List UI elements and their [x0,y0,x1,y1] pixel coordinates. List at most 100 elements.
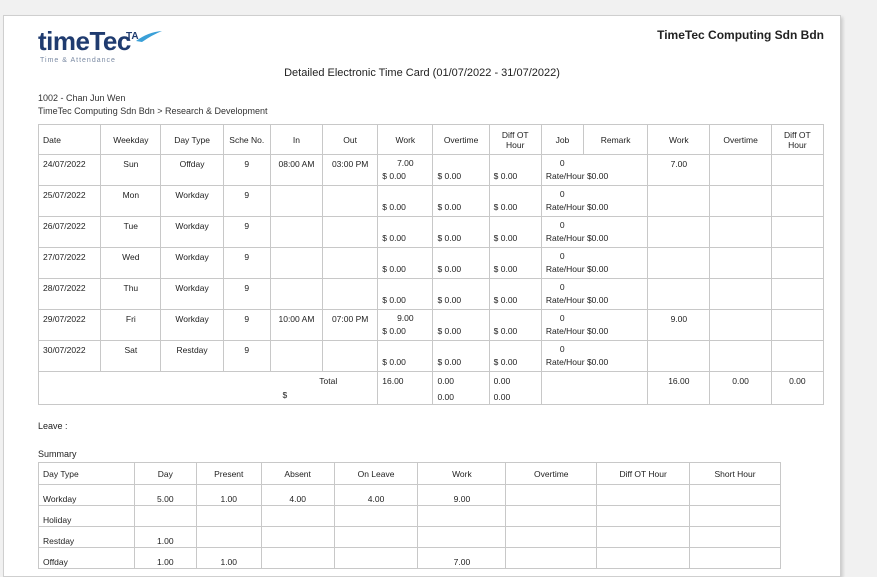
leave-label: Leave : [38,421,68,431]
summary-header-cell: Diff OT Hour [596,462,691,485]
timecard-cell-in [269,247,324,279]
summary-cell-short [689,484,781,506]
summary-cell-absent: 4.00 [260,484,335,506]
timecard-header-cell: Job [540,124,585,155]
timecard-cell-ot2 [709,247,772,279]
summary-cell-present: 1.00 [195,484,262,506]
cell-amount: $ 0.00 [437,357,462,367]
job-value: 0 [559,158,565,168]
total-currency-label: $ [282,390,288,400]
timecard-cell-daytype: Offday [160,154,224,186]
cell-hours [382,341,428,355]
timecard-table: Date Weekday Day Type Sche No. In Out Work Over… [37,124,825,405]
timecard-header-cell: Diff OT Hour [488,124,542,155]
timecard-header-cell: Work [647,124,711,155]
summary-header-cell: On Leave [333,462,419,485]
summary-cell-present: 1.00 [195,547,262,569]
cell-value [271,248,322,252]
timecard-header-cell: In [269,124,324,155]
cell-amount: $ 0.00 [382,264,406,274]
timecard-cell-in [269,278,324,310]
summary-cell-present [195,526,262,548]
cell-value [323,186,377,190]
timecard-cell-in [269,340,324,372]
cell-value [710,186,770,190]
cell-hours [382,186,428,200]
timecard-cell-out [322,185,379,217]
timecard-header-row: Date Weekday Day Type Sche No. In Out Work Over… [37,124,825,155]
cell-amount: $ 0.00 [437,202,462,212]
total-label: Total [319,376,338,386]
timecard-cell-diff-ot: $ 0.00 [488,278,542,310]
cell-value [710,310,770,314]
timecard-cell-in: 10:00 AM [269,309,324,341]
cell-amount: $ 0.00 [382,326,406,336]
timecard-cell-overtime: $ 0.00 [432,278,490,310]
cell-value: Fri [125,314,136,324]
summary-header-row: Day Type Day Present Absent On Leave Work Over… [38,462,781,485]
timecard-cell-sche: 9 [222,154,271,186]
cell-hours [382,279,428,293]
timecard-cell-diff2 [770,247,825,279]
summary-cell-onleave [333,526,419,548]
timecard-cell-diff2 [770,216,825,248]
summary-cell-work [417,505,507,527]
timecard-cell-weekday: Thu [100,278,162,310]
job-value: 0 [559,313,565,323]
cell-value: Workday [175,314,209,324]
timecard-row: 28/07/2022 Thu Workday 9 $ 0.00 $ 0.00 $ 0.00 0… [37,278,825,310]
cell-value: 28/07/2022 [43,283,86,293]
timecard-cell-daytype: Restday [160,340,224,372]
summary-cell-work: 7.00 [417,547,507,569]
timecard-cell-sche: 9 [222,309,271,341]
summary-cell-onleave [333,547,419,569]
timecard-cell-diff-ot: $ 0.00 [488,340,542,372]
timecard-cell-work: $ 0.00 [377,278,434,310]
timecard-cell-diff-ot: $ 0.00 [488,309,542,341]
job-value: 0 [559,189,565,199]
total-value: 0.00 [732,376,749,386]
cell-value: 27/07/2022 [43,252,86,262]
job-value: 0 [559,344,565,354]
timecard-cell-weekday: Fri [100,309,162,341]
summary-cell-short [689,526,781,548]
timecard-cell-ot2 [709,216,772,248]
cell-hours [437,186,484,200]
cell-value: Sun [123,159,139,169]
total-overtime: 0.00 0.00 [432,371,490,405]
summary-cell-work [417,526,507,548]
cell-hours [494,155,537,169]
timecard-cell-date: 26/07/2022 [37,216,102,248]
job-rate: Rate/Hour $0.00 [545,326,609,336]
total-value: 0.00 [789,376,806,386]
cell-amount: $ 0.00 [493,357,518,367]
timecard-cell-sche: 9 [222,247,271,279]
timecard-cell-out: 07:00 PM [322,309,379,341]
timecard-cell-date: 30/07/2022 [37,340,102,372]
cell-value [772,310,823,314]
timecard-cell-diff2 [770,278,825,310]
cell-value [710,248,770,252]
cell-amount: $ 0.00 [493,171,518,181]
summary-cell-type: Restday [38,526,135,548]
timecard-cell-overtime: $ 0.00 [432,340,490,372]
summary-cell-type: Workday [38,484,135,506]
cell-hours [382,217,428,231]
cell-value: 9 [244,221,250,231]
job-rate: Rate/Hour $0.00 [545,233,609,243]
timecard-cell-out [322,216,379,248]
total-overtime-2: 0.00 [709,371,772,405]
timecard-cell-in: 08:00 AM [269,154,324,186]
timecard-cell-diff-ot: $ 0.00 [488,216,542,248]
summary-cell-ot [505,526,598,548]
timecard-cell-daytype: Workday [160,247,224,279]
cell-value: 9 [244,345,250,355]
cell-amount: $ 0.00 [437,295,462,305]
job-rate: Rate/Hour $0.00 [545,202,609,212]
cell-amount: $ 0.00 [382,233,406,243]
cell-value [271,186,322,190]
summary-header-cell: Overtime [505,462,598,485]
cell-value [710,279,770,283]
timecard-cell-job: 0 Rate/Hour $0.00 [540,154,649,186]
cell-amount: $ 0.00 [437,171,462,181]
